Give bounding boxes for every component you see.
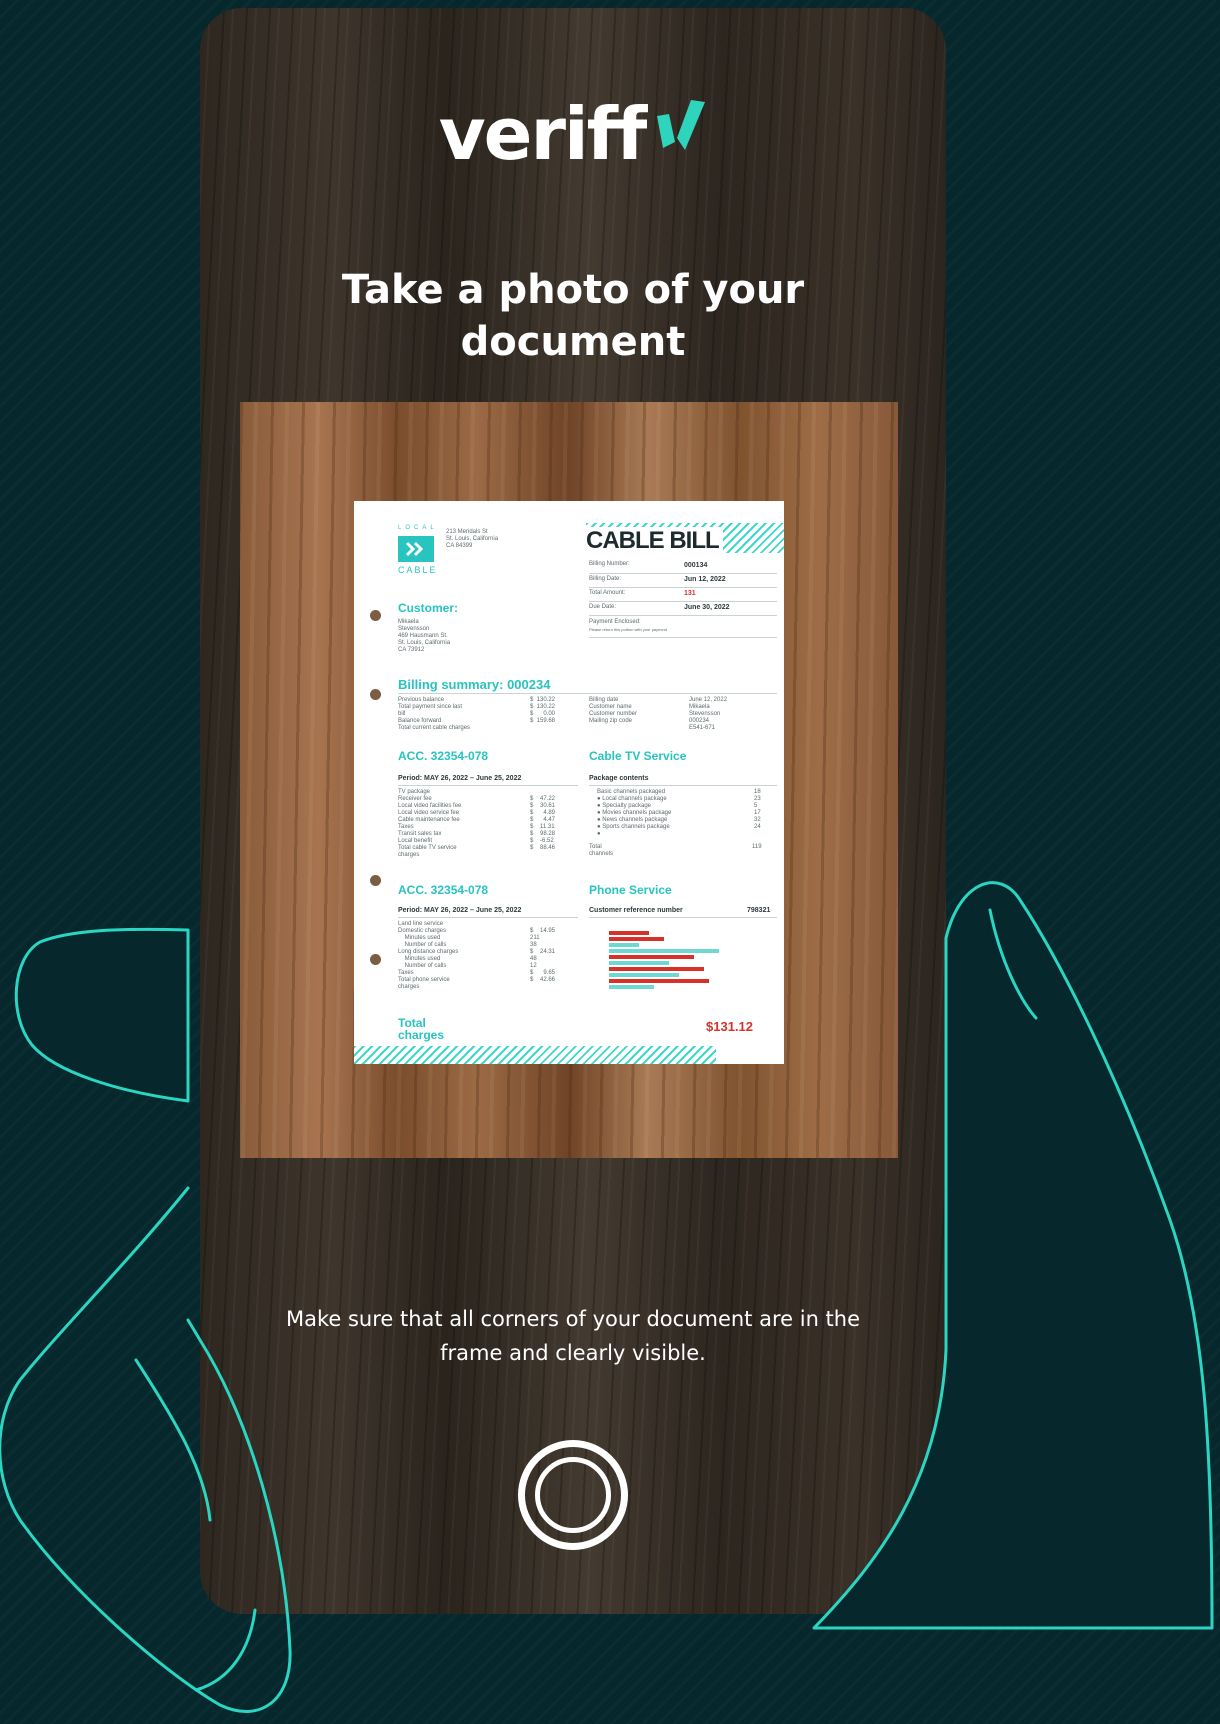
period2: Period: MAY 26, 2022 – June 25, 2022 — [398, 907, 522, 914]
bill-label-number: Billing Number: — [589, 561, 630, 567]
bill-label-date: Billing Date: — [589, 576, 622, 582]
instruction-text: Make sure that all corners of your docum… — [285, 1307, 861, 1365]
veriff-check-icon — [657, 100, 706, 150]
ref-value: 798321 — [747, 907, 771, 914]
document-preview: LOCAL CABLE 213 Meridals St St. Louis, C… — [354, 501, 784, 1064]
bill-label-due: Due Date: — [589, 604, 617, 610]
package-heading: Package contents — [589, 775, 649, 782]
bottom-stripes — [354, 1046, 716, 1064]
summary-right-values: June 12, 2022 Mikaela Stevensson 000234 … — [689, 697, 728, 731]
tv-heading: Cable TV Service — [589, 749, 687, 763]
phone-heading: Phone Service — [589, 883, 672, 897]
ref-label: Customer reference number — [589, 907, 683, 914]
bill-value-date: Jun 12, 2022 — [684, 576, 726, 583]
summary-values: $ 130.22 $ 130.22 $ 0.00 $ 159.68 — [530, 697, 556, 724]
acc2-heading: ACC. 32354-078 — [398, 883, 489, 897]
customer-heading: Customer: — [398, 601, 459, 615]
total-channels-label: Total channels — [589, 844, 614, 857]
punch-hole — [370, 875, 381, 886]
summary-labels: Previous balance Total payment since las… — [398, 697, 471, 731]
billing-summary-heading: Billing summary: 000234 — [398, 677, 551, 692]
total-value: $131.12 — [706, 1019, 753, 1034]
phone-values: $ 14.95 211 38 $ 24.31 48 12 $ 9.65 $ 42… — [530, 928, 556, 983]
doc-address: 213 Meridals St St. Louis, California CA… — [446, 529, 499, 549]
punch-hole — [370, 954, 381, 965]
tv-labels: TV package Receiver fee Local video faci… — [398, 789, 462, 858]
total-channels-value: 119 — [752, 844, 762, 850]
shutter-button[interactable] — [518, 1440, 628, 1550]
punch-hole — [370, 689, 381, 700]
punch-hole — [370, 610, 381, 621]
veriff-logo: veriff — [200, 92, 946, 176]
bill-label-amount: Total Amount: — [589, 590, 626, 596]
package-values: 18 23 5 17 32 24 — [754, 789, 761, 830]
total-label: Total charges — [398, 1016, 445, 1042]
period1: Period: MAY 26, 2022 – June 25, 2022 — [398, 775, 522, 782]
double-chevron-icon — [398, 536, 434, 562]
phone-labels: Land line service Domestic charges Minut… — [398, 921, 459, 990]
bill-value-due: June 30, 2022 — [684, 604, 730, 611]
summary-right-labels: Billing date Customer name Customer numb… — [589, 697, 638, 724]
logo-text: veriff — [438, 92, 648, 176]
bill-value-number: 000134 — [684, 562, 708, 569]
package-labels: Basic channels packaged ● Local channels… — [597, 789, 672, 837]
doc-brand-top: LOCAL — [398, 525, 438, 531]
page-title: Take a photo of your document — [341, 267, 805, 365]
acc1-heading: ACC. 32354-078 — [398, 749, 489, 763]
customer-address: Mikaela Stevensson 469 Hausmann St. St. … — [398, 619, 451, 653]
tv-values: $ 47.22 $ 30.61 $ 4.89 $ 4.47 $ 11.31 $ … — [530, 796, 556, 851]
doc-title: CABLE BILL — [586, 527, 723, 555]
payment-note: Please return this portion with your pay… — [589, 627, 668, 632]
bill-value-amount: 131 — [684, 590, 696, 597]
shutter-button-icon — [535, 1457, 611, 1533]
payment-label: Payment Enclosed: — [589, 619, 641, 625]
doc-brand-bottom: CABLE — [398, 565, 438, 575]
usage-mini-chart — [589, 923, 777, 995]
